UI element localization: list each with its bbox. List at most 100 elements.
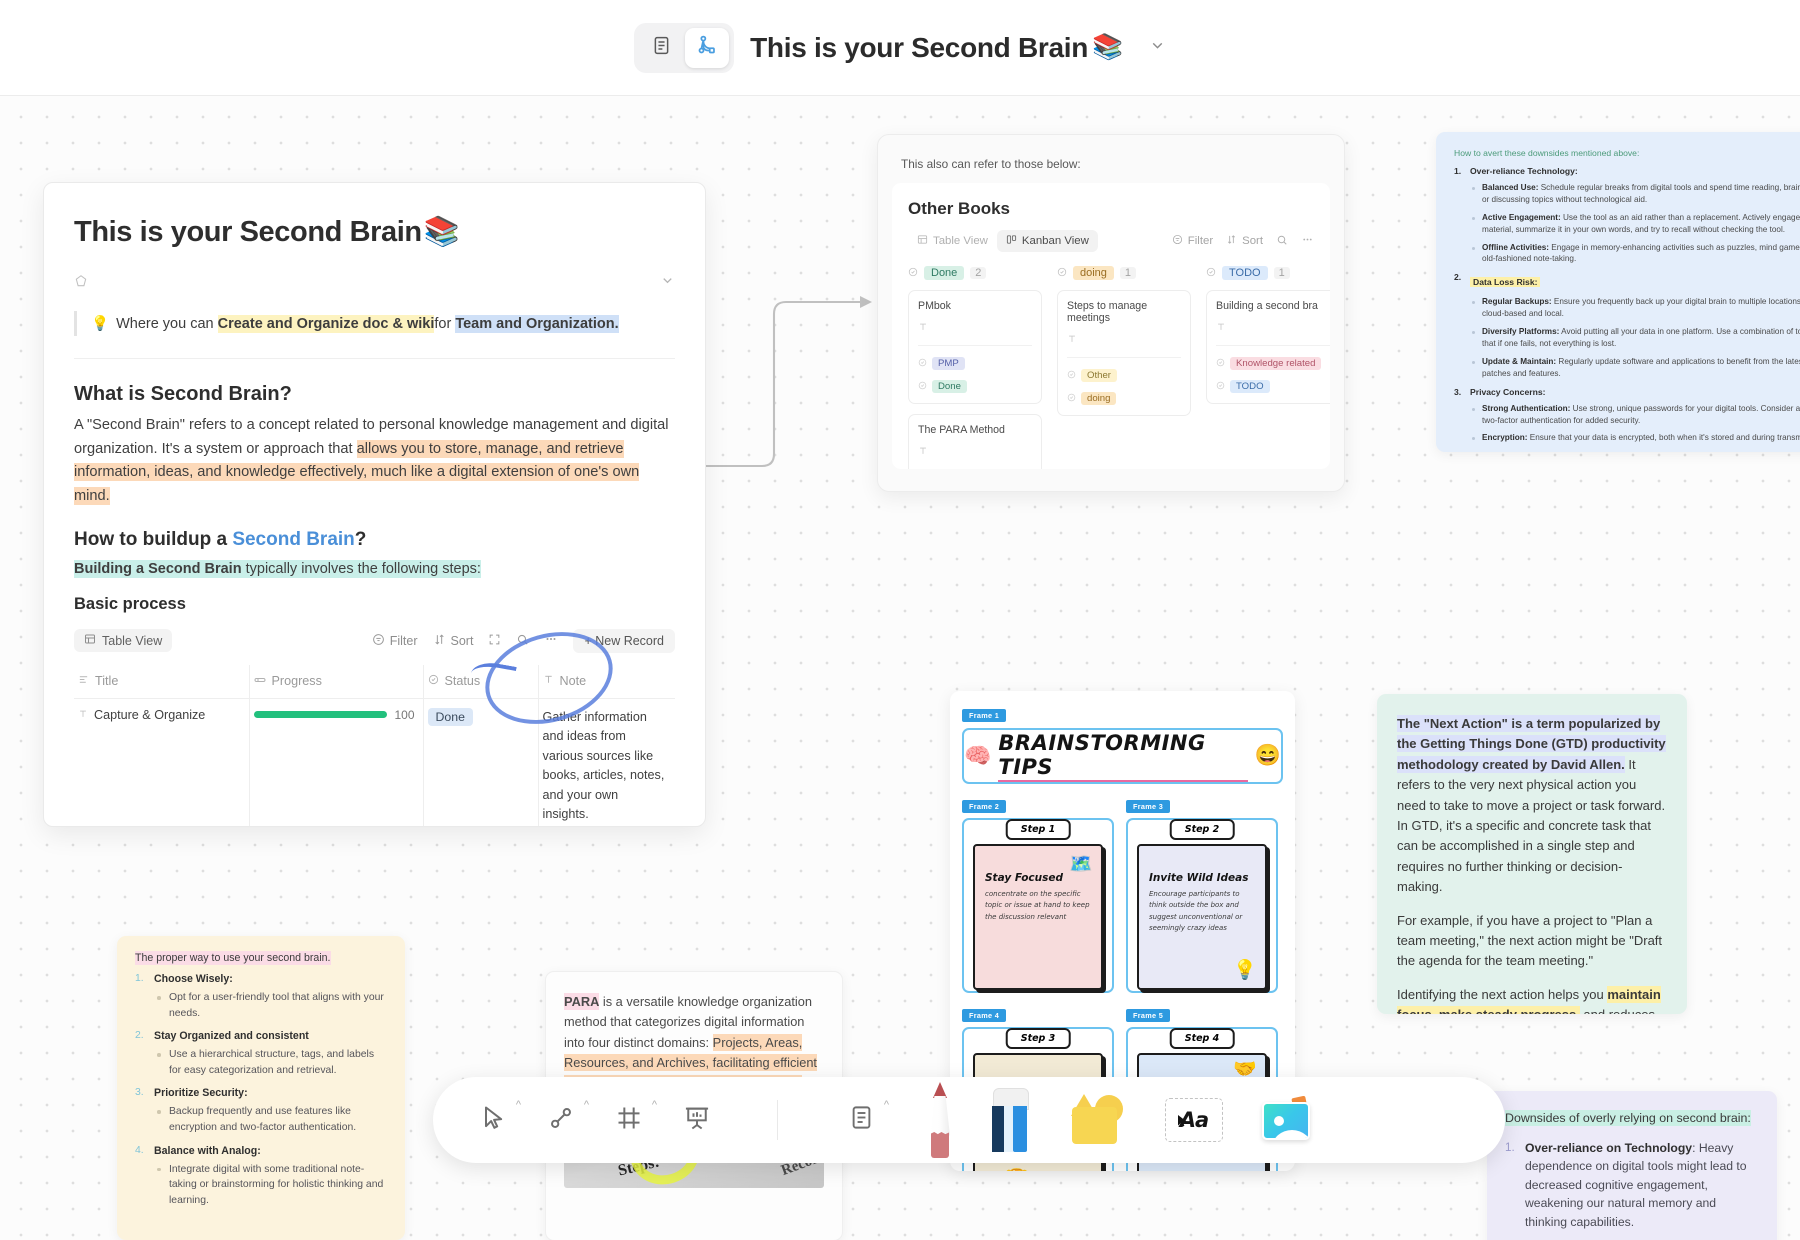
cell-note: Gather information and ideas from variou… bbox=[538, 698, 675, 826]
new-record-button[interactable]: + New Record bbox=[573, 628, 675, 653]
search-icon[interactable] bbox=[1276, 234, 1288, 249]
kanban-card[interactable]: PMbok PMP Done bbox=[908, 290, 1042, 404]
chevron-up-icon[interactable]: ^ bbox=[584, 1099, 589, 1111]
item-label: Update & Maintain: bbox=[1482, 356, 1557, 366]
kanban-tag: Other bbox=[1081, 368, 1117, 382]
item-label: Over-reliance on Technology bbox=[1525, 1140, 1693, 1155]
doc-view-button[interactable] bbox=[639, 28, 683, 68]
kanban-tag-row: Other bbox=[1067, 366, 1181, 384]
presentation-tool[interactable] bbox=[683, 1104, 711, 1137]
eraser-icon bbox=[989, 1088, 1033, 1152]
avert-section-title: Over-reliance Technology: bbox=[1470, 166, 1578, 176]
brainstorm-step-card[interactable]: Step 2 Invite Wild Ideas Encourage partici… bbox=[1126, 818, 1278, 993]
how-post: ? bbox=[354, 528, 367, 550]
next-action-rest: It refers to the very next physical acti… bbox=[1397, 756, 1666, 895]
note-tool[interactable]: ^ bbox=[848, 1099, 889, 1136]
brainstorm-step-wrap: Frame 2 Step 1 Stay Focused concentrate on … bbox=[962, 796, 1114, 993]
chevron-down-icon[interactable] bbox=[1149, 37, 1166, 59]
heading-basic-process: Basic process bbox=[74, 594, 186, 613]
toolbar-divider bbox=[777, 1100, 778, 1140]
kanban-card[interactable]: Building a second bra Knowledge related TO… bbox=[1206, 290, 1330, 404]
chevron-up-icon[interactable]: ^ bbox=[884, 1099, 889, 1111]
eraser-tool[interactable] bbox=[989, 1088, 1033, 1152]
frame-tool[interactable]: ^ bbox=[615, 1099, 657, 1137]
chevron-down-icon[interactable] bbox=[660, 273, 675, 293]
frame-tag: Frame 3 bbox=[1126, 800, 1171, 813]
expand-icon[interactable] bbox=[488, 633, 501, 649]
table-view-tab[interactable]: Table View bbox=[74, 629, 173, 653]
filter-button[interactable]: Filter bbox=[1172, 234, 1213, 248]
list-item: Active Engagement: Use the tool as an ai… bbox=[1470, 212, 1800, 236]
text-type-icon bbox=[78, 708, 88, 722]
select-tool[interactable]: ^ bbox=[479, 1099, 521, 1137]
subline-highlight: Building a Second Brain bbox=[74, 559, 242, 578]
image-tool[interactable] bbox=[1259, 1095, 1313, 1143]
note-avert-downsides[interactable]: How to avert these downsides mentioned a… bbox=[1436, 132, 1800, 452]
pencil-icon bbox=[927, 1082, 953, 1158]
callout-highlight-yellow: Create and Organize doc & wiki bbox=[217, 314, 435, 333]
table-row[interactable]: Capture & Organize 100 Done Gather infor… bbox=[74, 698, 675, 826]
note-downsides[interactable]: Downsides of overly relying on second br… bbox=[1487, 1091, 1777, 1240]
item-label: Encryption: bbox=[1482, 433, 1528, 443]
sort-button[interactable]: Sort bbox=[433, 633, 473, 649]
note-proper-way[interactable]: The proper way to use your second brain.… bbox=[117, 936, 405, 1240]
status-circle-icon bbox=[1216, 354, 1225, 372]
more-horizontal-icon[interactable] bbox=[544, 632, 558, 649]
avert-sub-list: Regular Backups: Ensure you frequently b… bbox=[1470, 296, 1800, 379]
step-title: Invite Wild Ideas bbox=[1149, 872, 1249, 884]
list-item: Choose Wisely: Opt for a user-friendly to… bbox=[135, 973, 387, 1021]
column-note[interactable]: Note bbox=[538, 664, 675, 699]
canvas-board[interactable]: This is your Second Brain 📚 💡 Where you … bbox=[0, 96, 1800, 1240]
doc-card-title: This is your Second Brain 📚 bbox=[74, 215, 675, 249]
kanban-card[interactable]: Steps to manage meetings Other doing bbox=[1057, 290, 1191, 416]
filter-button[interactable]: Filter bbox=[372, 633, 418, 649]
column-title[interactable]: Title bbox=[74, 664, 250, 699]
text-column-icon bbox=[78, 674, 89, 688]
progress-value: 100 bbox=[394, 707, 415, 722]
more-horizontal-icon[interactable] bbox=[1301, 233, 1314, 249]
kanban-column-count: 1 bbox=[1119, 267, 1137, 279]
list-item: Strong Authentication: Use strong, uniqu… bbox=[1470, 403, 1800, 427]
diamond-icon[interactable] bbox=[74, 274, 88, 293]
text-type-icon bbox=[918, 443, 1032, 469]
search-icon[interactable] bbox=[516, 633, 529, 649]
tab-kanban-view[interactable]: Kanban View bbox=[996, 230, 1098, 252]
callout-pre: Where you can bbox=[116, 315, 218, 332]
chevron-up-icon[interactable]: ^ bbox=[652, 1099, 657, 1111]
filter-label: Filter bbox=[1187, 235, 1214, 247]
kanban-card[interactable]: The PARA MethodKnowledge relatedDone bbox=[908, 414, 1042, 469]
kanban-column[interactable]: TODO 1 Building a second bra Knowledge rela… bbox=[1206, 266, 1330, 469]
column-status[interactable]: Status bbox=[423, 664, 539, 699]
column-progress[interactable]: Progress bbox=[249, 664, 424, 699]
item-label: Strong Authentication: bbox=[1482, 403, 1571, 413]
kanban-column-header: Done 2 bbox=[908, 266, 1042, 280]
item-text: Ensure that your data is encrypted, both… bbox=[1527, 433, 1800, 443]
pen-tool[interactable] bbox=[927, 1082, 953, 1158]
kanban-column[interactable]: Done 2 PMbok PMP Done The PARA MethodKnowledg… bbox=[908, 266, 1042, 469]
frame-icon bbox=[615, 1104, 643, 1137]
view-mode-toggle[interactable] bbox=[634, 22, 735, 73]
kanban-column-count: 2 bbox=[970, 267, 987, 279]
frame-tag: Frame 4 bbox=[962, 1009, 1007, 1022]
avert-section-title: Privacy Concerns: bbox=[1470, 386, 1546, 397]
note-next-action[interactable]: The "Next Action" is a term popularized … bbox=[1377, 694, 1687, 1014]
board-view-button[interactable] bbox=[685, 27, 730, 68]
tab-table-view[interactable]: Table View bbox=[908, 230, 997, 252]
step-body: Encourage participants to think outside … bbox=[1149, 890, 1243, 932]
kanban-column-header: doing 1 bbox=[1057, 266, 1191, 280]
tab-table-label: Table View bbox=[933, 235, 988, 247]
list-item: Selective Storage: Be judicious about wh… bbox=[1470, 450, 1800, 452]
other-books-kanban-card[interactable]: This also can refer to those below: Othe… bbox=[877, 134, 1345, 492]
cell-title: Capture & Organize bbox=[74, 698, 250, 826]
downsides-header: Downsides of overly relying on second br… bbox=[1505, 1109, 1759, 1128]
canvas-toolbar[interactable]: ^ ^ ^ ^ Aa bbox=[433, 1077, 1505, 1163]
shapes-tool[interactable] bbox=[1069, 1094, 1129, 1146]
item-text: Backup frequently and use features like … bbox=[154, 1104, 387, 1135]
second-brain-doc-card[interactable]: This is your Second Brain 📚 💡 Where you … bbox=[43, 182, 706, 827]
connector-tool[interactable]: ^ bbox=[547, 1099, 589, 1137]
sort-button[interactable]: Sort bbox=[1226, 234, 1263, 248]
chevron-up-icon[interactable]: ^ bbox=[516, 1099, 521, 1111]
text-tool[interactable]: Aa bbox=[1165, 1098, 1223, 1142]
brainstorm-step-card[interactable]: Step 1 Stay Focused concentrate on the spe… bbox=[962, 818, 1114, 993]
kanban-column[interactable]: doing 1 Steps to manage meetings Other doing bbox=[1057, 266, 1191, 469]
